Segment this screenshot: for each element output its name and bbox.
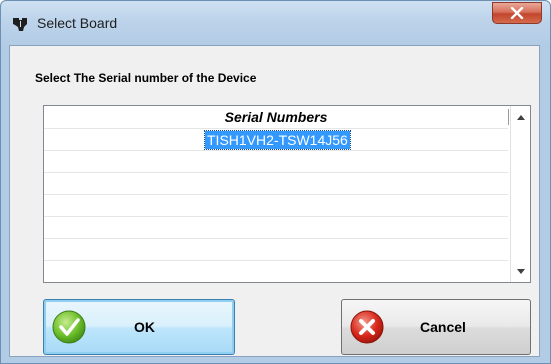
table-row[interactable]: TISH1VH2-TSW14J56 [44,128,508,150]
cancel-button-label: Cancel [420,319,466,335]
cancel-button[interactable]: Cancel [341,299,531,355]
table-row[interactable] [44,216,508,238]
window-title: Select Board [37,15,118,31]
vertical-scrollbar[interactable] [510,106,530,282]
table-row[interactable] [44,260,508,282]
close-button[interactable] [492,2,542,24]
ok-button-label: OK [134,319,155,335]
table-row[interactable] [44,194,508,216]
ti-logo-icon [13,18,27,31]
title-bar[interactable]: Select Board [1,1,550,45]
table-row[interactable] [44,172,508,194]
ok-button[interactable]: OK [43,299,235,355]
scroll-down-button[interactable] [511,264,530,278]
table-row[interactable] [44,150,508,172]
serial-numbers-grid[interactable]: Serial Numbers TISH1VH2-TSW14J56 [43,105,531,283]
scroll-up-arrow-icon [516,114,525,120]
serial-number-cell[interactable]: TISH1VH2-TSW14J56 [204,130,351,150]
column-header-divider [508,109,509,125]
column-header-serial-numbers[interactable]: Serial Numbers [44,106,508,128]
table-row[interactable] [44,238,508,260]
scroll-down-arrow-icon [516,268,525,274]
select-board-window: Select Board Select The Serial number of… [0,0,551,364]
x-circle-icon [350,310,384,344]
close-icon [510,7,524,19]
check-icon [52,310,86,344]
scroll-up-button[interactable] [511,110,530,124]
prompt-label: Select The Serial number of the Device [35,71,257,85]
